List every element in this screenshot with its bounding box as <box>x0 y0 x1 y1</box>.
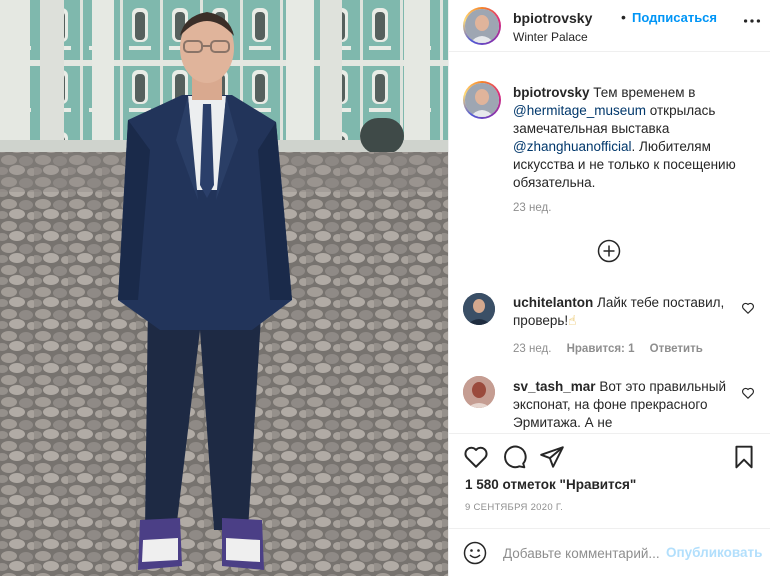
caption-username[interactable]: bpiotrovsky <box>513 85 590 100</box>
post-location[interactable]: Winter Palace <box>513 30 588 44</box>
caption-avatar[interactable] <box>463 81 501 119</box>
commenter-avatar[interactable] <box>463 376 495 408</box>
caption-text-part-1: Тем временем в <box>593 85 696 100</box>
caption-avatar-image <box>465 83 499 117</box>
bookmark-icon[interactable] <box>731 444 757 470</box>
post-actions <box>449 433 770 483</box>
author-username[interactable]: bpiotrovsky <box>513 10 592 26</box>
post-header: bpiotrovsky • Подписаться Winter Palace <box>449 0 770 52</box>
emoji-icon[interactable] <box>463 541 487 565</box>
follow-button[interactable]: Подписаться <box>632 10 717 25</box>
heart-icon[interactable] <box>463 444 489 470</box>
caption-text: bpiotrovsky Тем временем в @hermitage_mu… <box>513 84 758 192</box>
post-photo[interactable] <box>0 0 448 576</box>
comment-icon[interactable] <box>501 444 527 470</box>
likes-count[interactable]: 1 580 отметок "Нравится" <box>465 477 636 492</box>
comment-input[interactable] <box>503 541 663 565</box>
mention-hermitage[interactable]: @hermitage_museum <box>513 103 646 118</box>
commenter-username[interactable]: sv_tash_mar <box>513 379 596 394</box>
comment-timestamp[interactable]: 23 нед. <box>513 343 551 355</box>
header-separator: • <box>621 9 626 25</box>
comment-text: sv_tash_mar Вот это правильный экспонат,… <box>513 378 733 432</box>
comment-meta: 23 нед. Нравится: 1 Ответить <box>513 343 715 355</box>
mention-zhanghuan[interactable]: @zhanghuanofficial <box>513 139 632 154</box>
commenter-username[interactable]: uchitelanton <box>513 295 593 310</box>
add-comment-bar: Опубликовать <box>449 528 770 576</box>
commenter-avatar[interactable] <box>463 293 495 325</box>
commenter-avatar-image <box>463 376 495 408</box>
publish-button[interactable]: Опубликовать <box>666 545 762 560</box>
share-icon[interactable] <box>539 444 565 470</box>
caption-timestamp[interactable]: 23 нед. <box>513 202 551 214</box>
more-horizontal-icon[interactable] <box>741 10 763 32</box>
pointing-up-emoji: ☝ <box>568 313 577 328</box>
comment-like-heart-icon[interactable] <box>741 386 755 400</box>
commenter-avatar-image <box>463 293 495 325</box>
comments-list[interactable]: bpiotrovsky Тем временем в @hermitage_mu… <box>449 53 770 433</box>
comment-likes[interactable]: Нравится: 1 <box>567 343 635 355</box>
reply-button[interactable]: Ответить <box>650 343 703 355</box>
author-avatar-image <box>465 9 499 43</box>
comment-like-heart-icon[interactable] <box>741 301 755 315</box>
comment-text: uchitelanton Лайк тебе поставил, проверь… <box>513 294 733 330</box>
post-date[interactable]: 9 СЕНТЯБРЯ 2020 Г. <box>465 502 563 513</box>
photo-illustration <box>0 0 448 576</box>
instagram-post: bpiotrovsky • Подписаться Winter Palace <box>0 0 770 576</box>
author-avatar[interactable] <box>463 7 501 45</box>
post-sidebar: bpiotrovsky • Подписаться Winter Palace <box>448 0 770 576</box>
plus-circle-icon[interactable] <box>597 239 621 263</box>
